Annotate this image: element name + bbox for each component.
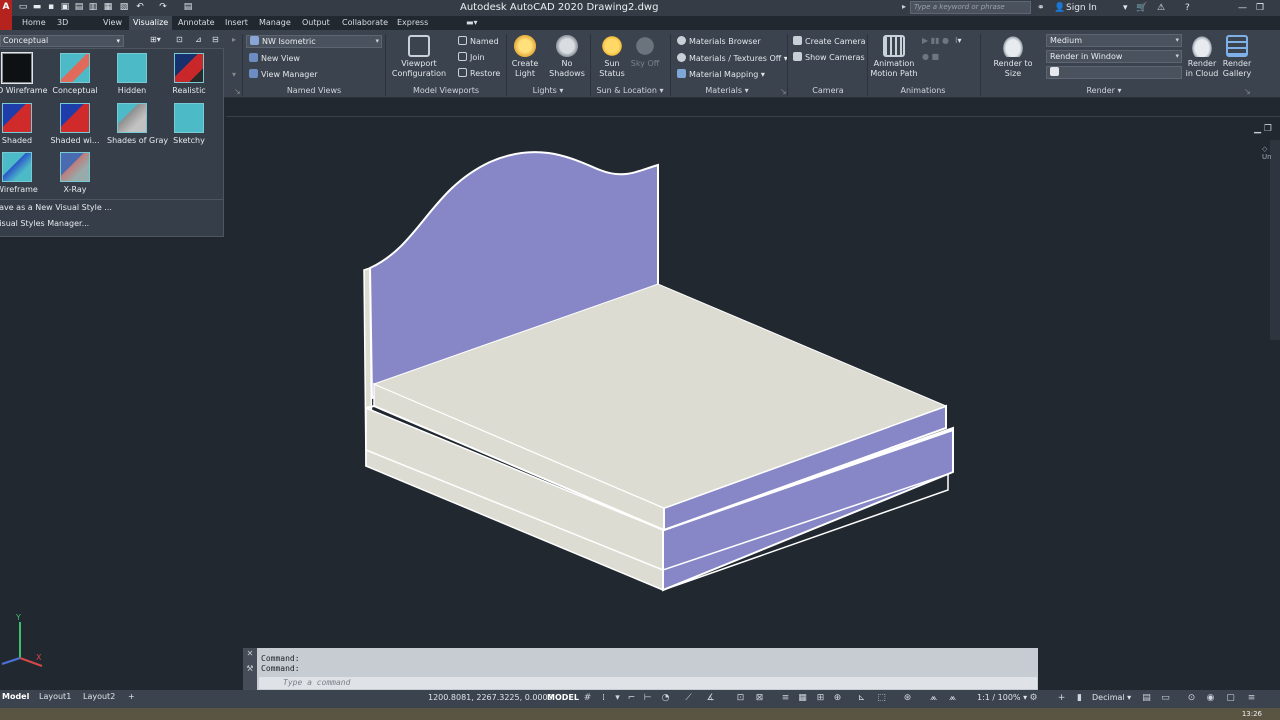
isolate-objects-icon[interactable]: ⊙ — [1186, 693, 1197, 704]
style-x-ray[interactable]: X-Ray — [50, 150, 100, 198]
realistic-style-icon — [174, 53, 204, 83]
customize-icon[interactable]: ⚒ — [243, 660, 257, 678]
annotation-visibility-icon[interactable]: ⩕ — [928, 693, 939, 704]
command-history-line: Command: — [261, 664, 300, 673]
svg-text:X: X — [36, 653, 42, 662]
style-wireframe[interactable]: Wireframe — [0, 150, 42, 198]
units-select[interactable]: Decimal ▾ — [1092, 693, 1131, 702]
ortho-icon[interactable]: ⌐ — [626, 693, 637, 704]
command-history-line: Command: — [261, 654, 300, 663]
shaded-style-icon — [2, 103, 32, 133]
os-taskbar: 13:26 — [0, 708, 1280, 720]
style-realistic[interactable]: Realistic — [164, 51, 214, 99]
dynamic-input-icon[interactable]: ⊢ — [642, 693, 653, 704]
close-icon[interactable]: ✕ — [243, 648, 257, 660]
annotation-scale[interactable]: 1:1 / 100% ▾ — [977, 693, 1027, 702]
conceptual-style-icon — [60, 53, 90, 83]
snap-dropdown-icon[interactable]: ▾ — [612, 693, 623, 704]
snap-icon[interactable]: ⁞ — [598, 693, 609, 704]
gizmo-icon[interactable]: ⊛ — [902, 693, 913, 704]
ucs-icon: Y X — [1, 613, 43, 667]
auto-scale-icon[interactable]: ⩕ — [947, 693, 958, 704]
wireframe-2d-icon — [1, 52, 33, 84]
lock-ui-icon[interactable]: ▭ — [1160, 693, 1171, 704]
object-snap-icon[interactable]: ⊡ — [735, 693, 746, 704]
command-line-grip[interactable]: ✕ ⚒ — [243, 648, 257, 690]
hidden-style-icon — [117, 53, 147, 83]
dynamic-ucs-icon[interactable]: ⊾ — [856, 693, 867, 704]
selection-cycling-icon[interactable]: ⊞ — [815, 693, 826, 704]
tab-model[interactable]: Model — [0, 690, 31, 704]
command-line: Command: Command: Type a command — [243, 648, 1038, 690]
tab-layout1[interactable]: Layout1 — [37, 690, 73, 704]
style-2d-wireframe[interactable]: 2D Wireframe — [0, 51, 48, 99]
visual-styles-gallery: 2D Wireframe Conceptual Hidden Realistic… — [0, 48, 224, 237]
annotation-monitor-icon[interactable]: + — [1056, 693, 1067, 704]
status-bar: Model Layout1 Layout2 + 1200.8081, 2267.… — [0, 690, 1280, 708]
style-conceptual[interactable]: Conceptual — [50, 51, 100, 99]
visual-styles-manager-item[interactable]: Visual Styles Manager... — [0, 219, 89, 228]
tab-layout2[interactable]: Layout2 — [81, 690, 117, 704]
xray-style-icon — [60, 152, 90, 182]
selection-filter-icon[interactable]: ⬚ — [876, 693, 887, 704]
system-clock: 13:26 — [1241, 710, 1262, 718]
3d-snap-icon[interactable]: ⊠ — [754, 693, 765, 704]
svg-text:Y: Y — [15, 613, 21, 622]
shaded-edges-style-icon — [60, 103, 90, 133]
quick-properties-icon[interactable]: ▤ — [1141, 693, 1152, 704]
command-input[interactable]: Type a command — [259, 677, 1037, 689]
lineweight-icon[interactable]: ≡ — [780, 693, 791, 704]
isodraft-icon[interactable]: ⟋ — [683, 693, 694, 704]
object-snap-tracking-icon[interactable]: ∡ — [705, 693, 716, 704]
autocad-window: ▭ ▬ ▪ ▣ ▤ ▥ ▦ ▧ ↶ ↷ ▤ Autodesk AutoCAD 2… — [0, 0, 1280, 720]
sketchy-style-icon — [174, 103, 204, 133]
style-hidden[interactable]: Hidden — [107, 51, 157, 99]
save-visual-style-item[interactable]: Save as a New Visual Style ... — [0, 203, 112, 212]
style-shades-of-gray[interactable]: Shades of Gray — [107, 101, 168, 149]
units-icon[interactable]: ▮ — [1074, 693, 1085, 704]
style-shaded[interactable]: Shaded — [0, 101, 42, 149]
workspace-switch-icon[interactable]: ⚙ — [1028, 693, 1039, 704]
clean-screen-icon[interactable]: ▢ — [1225, 693, 1236, 704]
polar-icon[interactable]: ◔ — [660, 693, 671, 704]
model-space-button[interactable]: MODEL — [547, 693, 579, 702]
grid-icon[interactable]: # — [582, 693, 593, 704]
visual-style-select[interactable]: Conceptual ▾ — [0, 35, 124, 47]
add-layout-icon[interactable]: + — [126, 690, 137, 704]
wireframe-style-icon — [2, 152, 32, 182]
style-shaded-edges[interactable]: Shaded wi... — [50, 101, 100, 149]
shades-gray-style-icon — [117, 103, 147, 133]
customize-status-icon[interactable]: ≡ — [1246, 693, 1257, 704]
hardware-acceleration-icon[interactable]: ◉ — [1205, 693, 1216, 704]
coordinates-readout: 1200.8081, 2267.3225, 0.0000 — [428, 693, 553, 702]
transparency-icon[interactable]: ▦ — [797, 693, 808, 704]
3d-osnap-icon[interactable]: ⊕ — [832, 693, 843, 704]
style-sketchy[interactable]: Sketchy — [164, 101, 214, 149]
